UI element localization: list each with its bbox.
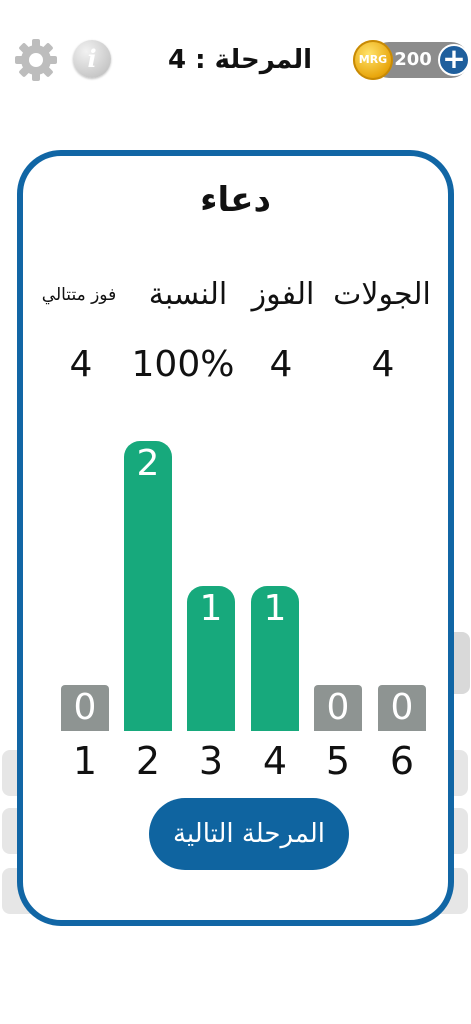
- bar-value-5: 0: [326, 687, 350, 728]
- category-label-2: 2: [135, 739, 161, 783]
- plus-icon: +: [442, 42, 466, 75]
- bar-value-1: 0: [73, 687, 97, 728]
- gear-icon[interactable]: [14, 38, 58, 82]
- bar-value-4: 1: [263, 588, 287, 629]
- category-label-6: 6: [389, 739, 415, 783]
- add-coins-button[interactable]: +: [438, 44, 470, 76]
- level-title: المرحلة : 4: [168, 45, 312, 75]
- bar-value-2: 2: [136, 443, 160, 484]
- coin-counter: MRG 200 +: [353, 40, 470, 80]
- bar-value-6: 0: [390, 687, 414, 728]
- category-label-5: 5: [325, 739, 351, 783]
- stats-dialog: دعاء الجولات الفوز النسبة فوز متتالي 4 4…: [17, 150, 454, 926]
- bar-value-3: 1: [199, 588, 223, 629]
- category-label-4: 4: [262, 739, 288, 783]
- info-button[interactable]: i: [73, 40, 111, 78]
- coin-icon: MRG: [353, 40, 393, 80]
- top-bar: i المرحلة : 4 MRG 200 +: [0, 0, 471, 120]
- coin-count: 200: [394, 49, 432, 70]
- category-label-3: 3: [198, 739, 224, 783]
- info-icon: i: [87, 44, 97, 73]
- category-label-1: 1: [72, 739, 98, 783]
- next-level-button[interactable]: المرحلة التالية: [149, 798, 349, 870]
